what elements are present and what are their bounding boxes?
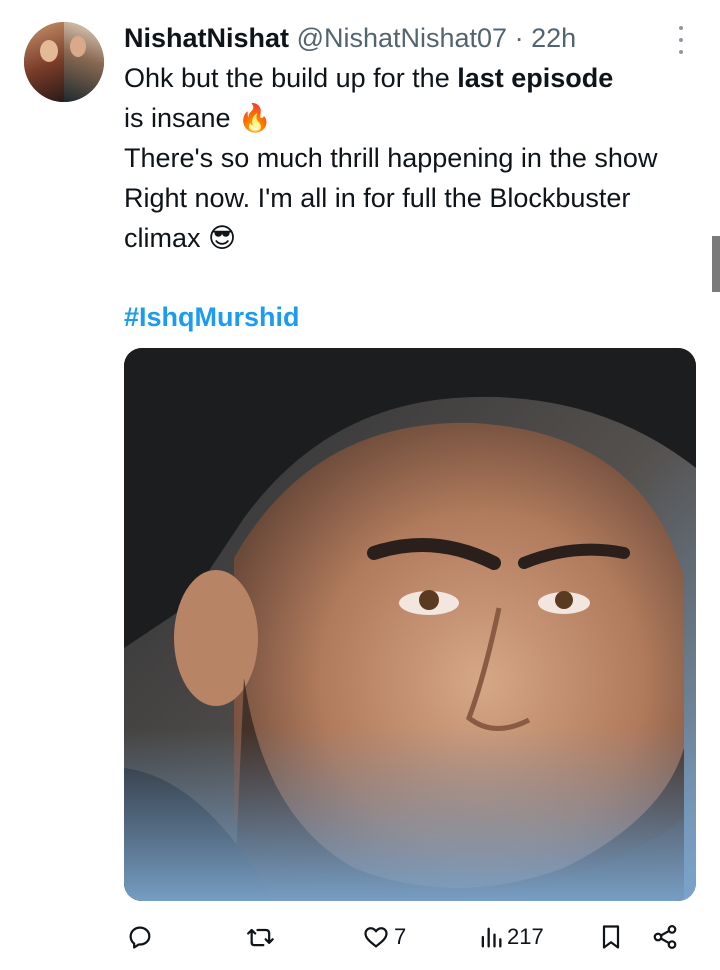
views-button[interactable]: 217 bbox=[479, 915, 544, 959]
fire-emoji-icon: 🔥 bbox=[238, 103, 272, 133]
sunglasses-emoji-icon: 😎 bbox=[208, 223, 237, 253]
views-count: 217 bbox=[507, 924, 544, 949]
more-vertical-icon[interactable] bbox=[674, 26, 688, 54]
tweet-bold-text: last episode bbox=[457, 63, 614, 93]
author-display-name[interactable]: NishatNishat bbox=[124, 23, 289, 53]
retweet-icon bbox=[247, 928, 274, 947]
tweet-timestamp[interactable]: 22h bbox=[531, 23, 576, 53]
scrollbar-thumb[interactable] bbox=[712, 236, 720, 292]
like-button[interactable]: 7 bbox=[362, 915, 406, 959]
author-handle[interactable]: @NishatNishat07 bbox=[297, 23, 508, 53]
reply-icon bbox=[129, 926, 151, 949]
tweet: NishatNishat @NishatNishat07 · 22h Ohk b… bbox=[0, 0, 720, 970]
views-chart-icon bbox=[481, 927, 502, 948]
tweet-line1-text: Ohk but the build up for the bbox=[124, 63, 458, 93]
tweet-text: Ohk but the build up for the last episod… bbox=[124, 58, 704, 258]
reply-button[interactable] bbox=[126, 915, 158, 959]
time-separator: · bbox=[507, 23, 532, 53]
tweet-header: NishatNishat @NishatNishat07 · 22h bbox=[124, 20, 576, 56]
like-count: 7 bbox=[394, 924, 407, 949]
bookmark-button[interactable] bbox=[598, 915, 624, 959]
avatar[interactable] bbox=[24, 22, 104, 102]
share-button[interactable] bbox=[650, 915, 680, 959]
tweet-line2-text: is insane bbox=[124, 103, 231, 133]
heart-icon bbox=[364, 927, 388, 948]
tweet-actions: 7 217 bbox=[0, 915, 720, 959]
tweet-line3-text: There's so much thrill happening in the … bbox=[124, 143, 658, 253]
hashtag-link[interactable]: #IshqMurshid bbox=[124, 297, 300, 337]
retweet-button[interactable] bbox=[245, 915, 281, 959]
share-icon bbox=[653, 925, 677, 949]
bookmark-icon bbox=[602, 925, 620, 949]
tweet-media-image[interactable] bbox=[124, 348, 696, 901]
